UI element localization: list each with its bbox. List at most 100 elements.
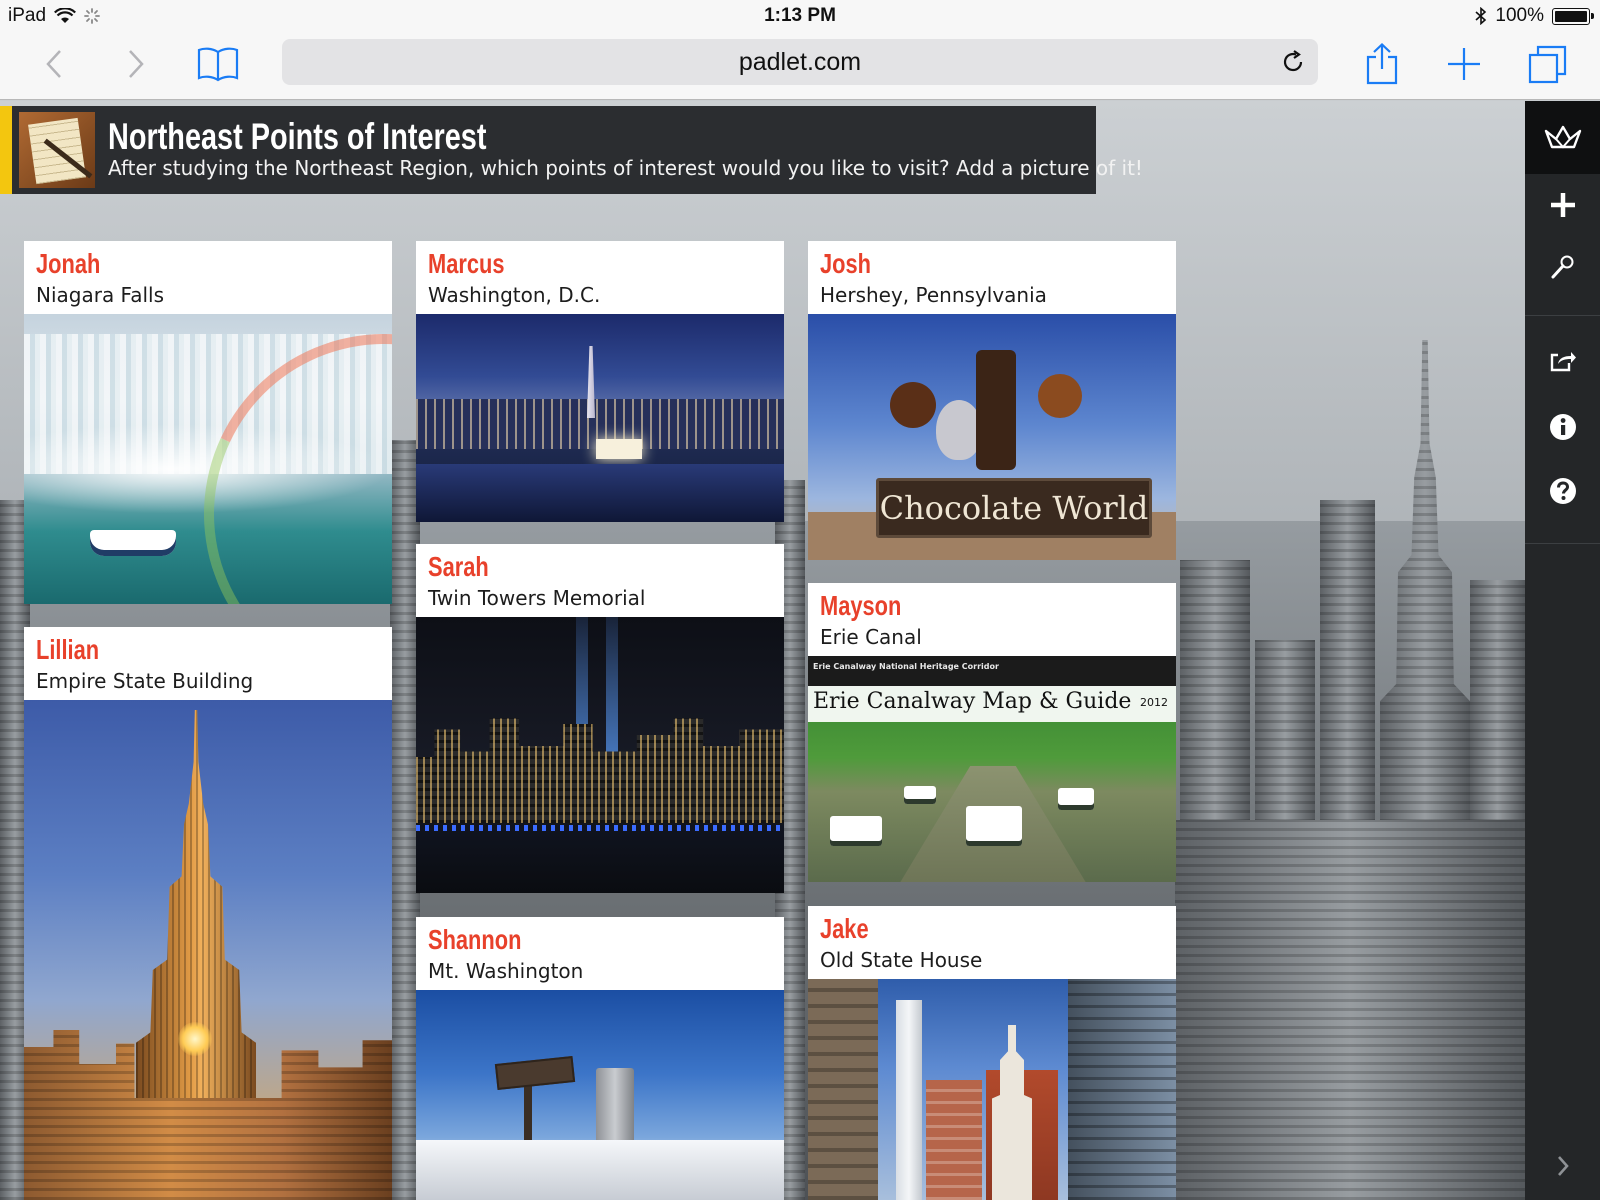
battery-icon (1552, 7, 1594, 25)
image-sun-glare (178, 1022, 212, 1056)
sidebar-divider (1525, 315, 1600, 316)
device-label: iPad (8, 5, 47, 26)
reload-button[interactable] (1276, 45, 1310, 79)
image-glass-tower (1068, 979, 1176, 1200)
status-time: 1:13 PM (764, 5, 836, 26)
post-meta: Lillian Empire State Building (24, 627, 392, 700)
image-building (926, 1080, 982, 1200)
image-river (416, 825, 784, 893)
padlet-logo-icon (1544, 125, 1581, 149)
image-guide-title-text: Erie Canalway Map & Guide (813, 689, 1132, 714)
info-button[interactable] (1525, 399, 1600, 455)
wrench-icon (1551, 255, 1573, 279)
post-meta: Shannon Mt. Washington (416, 917, 784, 990)
post-card-marcus[interactable]: Marcus Washington, D.C. (416, 241, 784, 522)
post-meta: Mayson Erie Canal (808, 583, 1176, 656)
post-image-old-state-house[interactable] (808, 979, 1176, 1200)
share-icon (1366, 43, 1398, 85)
post-card-jake[interactable]: Jake Old State House (808, 906, 1176, 1200)
wall-thumbnail (19, 112, 95, 188)
image-cup-character (1038, 374, 1082, 418)
image-bar-character (976, 350, 1016, 470)
post-image-niagara-falls[interactable] (24, 314, 392, 604)
post-card-josh[interactable]: Josh Hershey, Pennsylvania Chocolate Wor… (808, 241, 1176, 560)
post-title: Old State House (820, 948, 983, 972)
add-post-button[interactable] (1525, 177, 1600, 233)
help-icon (1549, 478, 1576, 504)
image-boat (830, 816, 882, 846)
share-button[interactable] (1358, 40, 1406, 88)
post-meta: Josh Hershey, Pennsylvania (808, 241, 1176, 314)
image-summit-sign (494, 1055, 576, 1091)
post-image-erie-canal[interactable]: Erie Canalway National Heritage Corridor… (808, 656, 1176, 882)
settings-button[interactable] (1525, 239, 1600, 295)
status-left: iPad (8, 5, 100, 27)
post-card-lillian[interactable]: Lillian Empire State Building (24, 627, 392, 1200)
back-button[interactable] (30, 40, 78, 88)
add-icon (1550, 193, 1575, 217)
post-image-washington-dc[interactable] (416, 314, 784, 522)
post-title: Empire State Building (36, 669, 254, 693)
new-tab-button[interactable] (1440, 40, 1488, 88)
expand-sidebar-button[interactable] (1525, 1141, 1600, 1191)
new-tab-icon (1448, 48, 1480, 80)
image-shore-lights (416, 825, 784, 831)
reload-icon (1283, 50, 1303, 72)
post-image-hershey[interactable]: Chocolate World (808, 314, 1176, 560)
help-button[interactable] (1525, 463, 1600, 519)
post-card-sarah[interactable]: Sarah Twin Towers Memorial (416, 544, 784, 893)
chevron-right-icon (1557, 1156, 1569, 1176)
header-accent-bar (0, 106, 12, 194)
post-image-empire-state-building[interactable] (24, 700, 392, 1200)
image-boat (1058, 788, 1094, 810)
post-title: Mt. Washington (428, 959, 584, 983)
post-card-jonah[interactable]: Jonah Niagara Falls (24, 241, 392, 604)
image-washington-monument (587, 346, 595, 418)
address-bar[interactable]: padlet.com (282, 39, 1318, 85)
battery-fill (1555, 10, 1587, 22)
back-icon (46, 50, 61, 78)
image-header-band: Erie Canalway National Heritage Corridor (808, 656, 1176, 686)
post-author: Sarah (428, 551, 489, 582)
post-author: Mayson (820, 590, 902, 621)
bookmarks-icon (197, 47, 239, 82)
url-text: padlet.com (738, 47, 862, 76)
image-guide-title: Erie Canalway Map & Guide 2012 (808, 686, 1176, 722)
wifi-icon (54, 8, 77, 23)
post-author: Lillian (36, 634, 100, 665)
post-title: Niagara Falls (36, 283, 165, 307)
image-lincoln-memorial (596, 439, 642, 459)
share-icon (1550, 352, 1576, 372)
image-steeple (992, 1025, 1032, 1200)
post-author: Jake (820, 913, 869, 944)
image-character (890, 382, 936, 428)
sidebar-divider (1525, 543, 1600, 544)
share-wall-button[interactable] (1525, 333, 1600, 389)
skyline-building (1175, 820, 1525, 1200)
image-sign: Chocolate World (876, 478, 1152, 538)
wall-description: After studying the Northeast Region, whi… (108, 156, 1143, 180)
tabs-button[interactable] (1524, 40, 1572, 88)
post-card-shannon[interactable]: Shannon Mt. Washington (416, 917, 784, 1200)
post-author: Josh (820, 248, 871, 279)
forward-button[interactable] (112, 40, 160, 88)
post-card-mayson[interactable]: Mayson Erie Canal Erie Canalway National… (808, 583, 1176, 882)
forward-icon (129, 50, 144, 78)
bookmarks-button[interactable] (194, 40, 242, 88)
image-header-text: Erie Canalway National Heritage Corridor (813, 662, 999, 671)
padlet-sidebar (1525, 101, 1600, 1200)
image-snow (416, 1140, 784, 1200)
image-river (416, 464, 784, 522)
wall-header: Northeast Points of Interest After study… (0, 106, 1143, 194)
wall-title: Northeast Points of Interest (108, 116, 487, 157)
image-custom-house-tower (896, 1000, 922, 1200)
post-image-mt-washington[interactable] (416, 990, 784, 1200)
padlet-logo-button[interactable] (1525, 101, 1600, 174)
post-meta: Jake Old State House (808, 906, 1176, 979)
post-image-twin-towers-memorial[interactable] (416, 617, 784, 893)
post-author: Marcus (428, 248, 505, 279)
post-meta: Jonah Niagara Falls (24, 241, 392, 314)
image-guide-year: 2012 (1140, 696, 1168, 709)
browser-toolbar: padlet.com (0, 32, 1600, 100)
post-title: Twin Towers Memorial (428, 586, 646, 610)
